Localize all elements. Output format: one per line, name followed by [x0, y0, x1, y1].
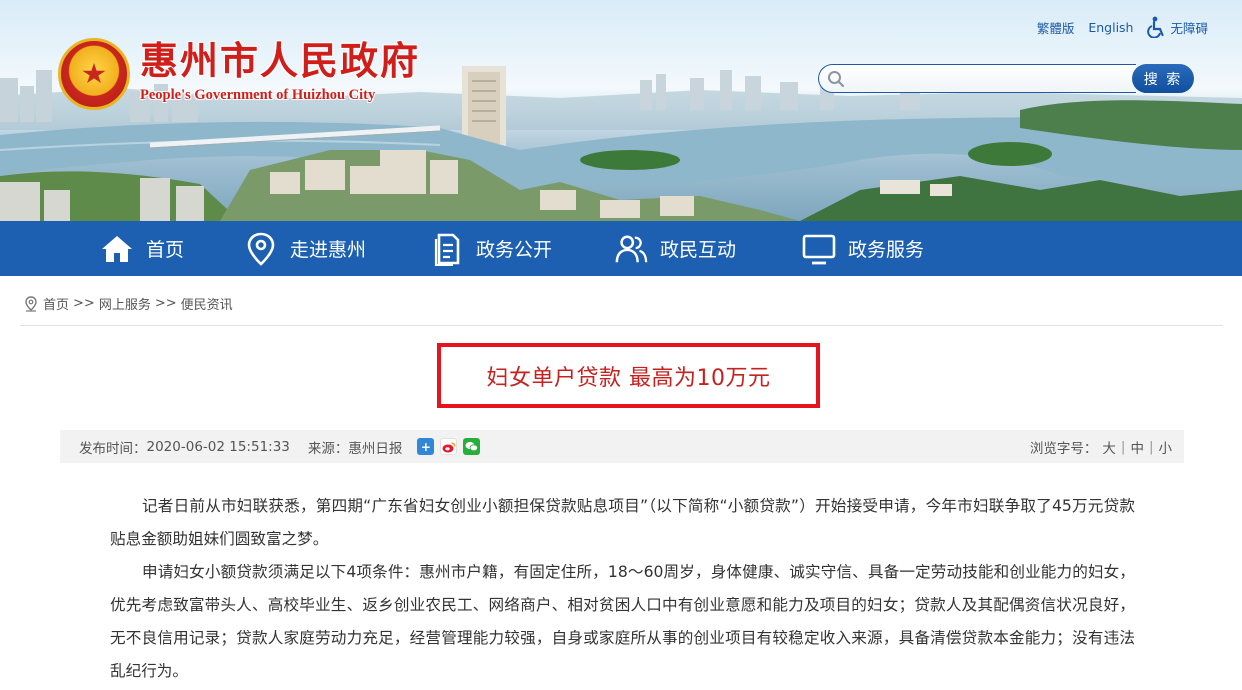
nav-item-home[interactable]: 首页: [100, 221, 184, 276]
monitor-icon: [802, 234, 836, 264]
source-label: 来源：: [307, 440, 349, 457]
location-pin-icon: [25, 295, 37, 312]
national-emblem-icon: [58, 38, 130, 110]
nav-item-label: 政务公开: [476, 239, 553, 261]
traditional-chinese-link[interactable]: 繁體版: [1037, 18, 1075, 37]
article-paragraph: 记者日前从市妇联获悉，第四期“广东省妇女创业小额担保贷款贴息项目”（以下简称“小…: [110, 497, 1135, 548]
article-title-box: 妇女单户贷款 最高为10万元: [437, 343, 820, 408]
breadcrumb-home[interactable]: 首页: [43, 294, 69, 313]
nav-item-label: 政民互动: [660, 239, 737, 261]
publish-time-label: 发布时间：: [79, 440, 147, 457]
home-icon: [102, 235, 132, 262]
article-paragraph: 申请妇女小额贷款须满足以下4项条件：惠州市户籍，有固定住所，18～60周岁，身体…: [110, 563, 1135, 680]
accessibility-link[interactable]: 无障碍: [1147, 16, 1208, 38]
breadcrumb-separator: >>: [73, 296, 95, 311]
wheelchair-icon: [1147, 16, 1165, 38]
search-input[interactable]: [818, 64, 1136, 93]
search-button[interactable]: 搜 索: [1132, 64, 1194, 93]
wechat-share-icon[interactable]: [463, 438, 481, 455]
nav-item-government-services[interactable]: 政务服务: [802, 221, 924, 276]
site-logo[interactable]: 惠州市人民政府 People's Government of Huizhou C…: [58, 38, 420, 110]
nav-item-label: 政务服务: [848, 239, 925, 261]
font-size-small[interactable]: 小: [1159, 437, 1173, 457]
breadcrumb: 首页 >> 网上服务 >> 便民资讯: [24, 294, 233, 313]
site-name-en: People's Government of Huizhou City: [140, 87, 376, 103]
publish-time: 2020-06-02 15:51:33: [146, 438, 290, 455]
accessibility-label: 无障碍: [1170, 20, 1208, 36]
font-size-label: 浏览字号：: [1029, 440, 1098, 457]
font-size-medium[interactable]: 中: [1130, 437, 1144, 457]
article-body: 记者日前从市妇联获悉，第四期“广东省妇女创业小额担保贷款贴息项目”（以下简称“小…: [110, 490, 1135, 688]
header-banner: 惠州市人民政府 People's Government of Huizhou C…: [0, 0, 1242, 221]
english-link[interactable]: English: [1088, 20, 1133, 35]
search-icon: [828, 71, 845, 88]
source-name: 惠州日报: [348, 440, 403, 457]
nav-item-label: 首页: [146, 239, 185, 261]
share-more-icon[interactable]: +: [417, 438, 435, 455]
users-icon: [615, 234, 648, 262]
share-buttons: +: [417, 438, 481, 455]
nav-item-public-interaction[interactable]: 政民互动: [614, 221, 736, 276]
document-icon: [434, 233, 460, 266]
article-title: 妇女单户贷款 最高为10万元: [486, 365, 771, 391]
nav-item-about-huizhou[interactable]: 走进惠州: [244, 221, 366, 276]
font-size-large[interactable]: 大: [1102, 437, 1116, 457]
article-meta-bar: 发布时间： 2020-06-02 15:51:33 来源： 惠州日报 + 浏览字…: [60, 430, 1184, 463]
nav-item-government-affairs[interactable]: 政务公开: [430, 221, 552, 276]
search-bar: 搜 索: [818, 64, 1194, 93]
site-name-cn: 惠州市人民政府: [140, 38, 421, 83]
nav-item-label: 走进惠州: [290, 239, 367, 261]
breadcrumb-separator: >>: [154, 296, 177, 311]
breadcrumb-online-services[interactable]: 网上服务: [99, 294, 151, 313]
divider: |: [1120, 438, 1126, 455]
top-links: 繁體版 English 无障碍: [1037, 16, 1208, 38]
main-nav: 首页 走进惠州 政务公开 政民互动 政务服务: [0, 221, 1242, 276]
weibo-share-icon[interactable]: [440, 438, 458, 455]
location-pin-icon: [247, 232, 275, 266]
divider: [20, 325, 1223, 326]
breadcrumb-public-info[interactable]: 便民资讯: [181, 294, 233, 313]
divider: |: [1148, 438, 1154, 455]
